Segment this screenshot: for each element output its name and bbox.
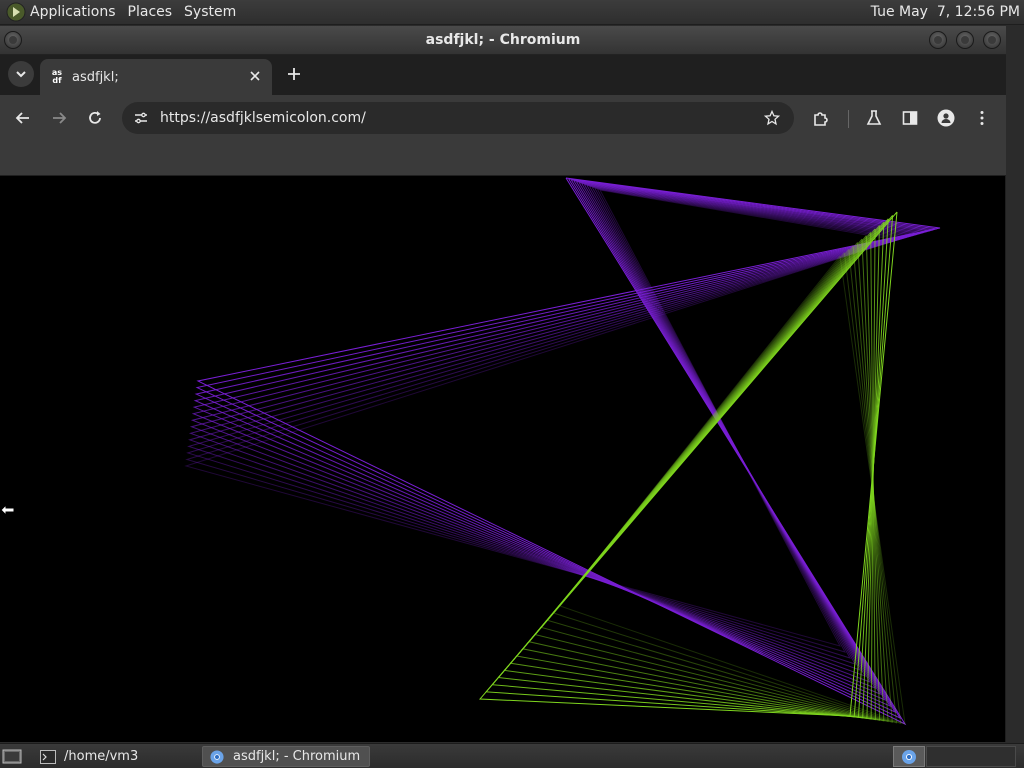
green-line: [509, 228, 876, 720]
toolbar-separator: [848, 110, 849, 128]
green-line: [522, 235, 881, 721]
purple-line: [188, 184, 914, 677]
gnome-foot-icon: [6, 2, 26, 22]
places-menu-label: Places: [127, 4, 173, 20]
tab-close-button[interactable]: [246, 68, 264, 86]
desktop-background: [1006, 26, 1024, 742]
reload-icon: [89, 111, 101, 124]
system-menu-label: System: [184, 4, 237, 20]
line-art-canvas: [184, 177, 941, 726]
address-bar[interactable]: https://asdfjklsemicolon.com/: [122, 102, 794, 134]
forward-button[interactable]: [47, 106, 71, 130]
applications-menu-label: Applications: [30, 4, 116, 20]
site-favicon-icon: as df: [51, 68, 63, 85]
close-window-button[interactable]: [983, 31, 1001, 49]
new-tab-button[interactable]: [283, 62, 305, 84]
bookmark-star-icon: [764, 110, 780, 126]
taskbar-item-label: asdfjkl; - Chromium: [233, 749, 361, 764]
purple-line: [191, 182, 924, 696]
panel-clock[interactable]: Tue May 7, 12:56 PM: [871, 0, 1020, 25]
url-text[interactable]: https://asdfjklsemicolon.com/: [160, 110, 366, 126]
back-icon: [15, 112, 29, 124]
maximize-button[interactable]: [956, 31, 974, 49]
reload-button[interactable]: [83, 106, 107, 130]
workspace-switcher[interactable]: [926, 746, 1016, 767]
window-titlebar[interactable]: asdfjkl; - Chromium: [0, 26, 1006, 55]
browser-toolbar: https://asdfjklsemicolon.com/: [0, 95, 1006, 141]
taskbar-item-terminal[interactable]: /home/vm3: [34, 746, 198, 767]
page-content[interactable]: [0, 176, 1005, 742]
chromium-icon: [210, 749, 224, 764]
top-panel: Applications Places System Tue May 7, 12…: [0, 0, 1024, 25]
site-info-button[interactable]: [124, 110, 158, 126]
side-panel-button[interactable]: [898, 106, 922, 130]
plus-icon: [288, 68, 300, 80]
show-desktop-icon[interactable]: [2, 747, 22, 765]
taskbar-item-label: /home/vm3: [64, 749, 139, 764]
menu-icon: [980, 111, 984, 125]
window-menu-icon[interactable]: [4, 31, 22, 49]
labs-icon: [866, 110, 882, 125]
minimize-button[interactable]: [929, 31, 947, 49]
green-line: [478, 211, 898, 717]
places-menu[interactable]: Places: [122, 0, 179, 25]
terminal-icon: [40, 749, 56, 764]
back-button[interactable]: [11, 106, 35, 130]
close-icon: [250, 71, 260, 81]
bookmarks-bar: [0, 141, 1006, 175]
labs-button[interactable]: [862, 106, 886, 130]
tab-label: asdfjkl;: [72, 69, 119, 85]
green-line: [515, 231, 876, 721]
browser-window: asdfjkl; - Chromium as df asdfjkl; https…: [0, 26, 1006, 742]
applications-menu[interactable]: Applications: [0, 0, 122, 25]
tab-asdfjkl[interactable]: as df asdfjkl;: [40, 59, 272, 95]
forward-icon: [53, 112, 67, 124]
chevron-down-icon: [16, 71, 26, 78]
taskbar-item-chromium[interactable]: asdfjkl; - Chromium: [202, 746, 370, 767]
site-info-icon: [135, 112, 147, 124]
workspace-switcher-active[interactable]: [893, 746, 925, 767]
side-panel-icon: [902, 111, 918, 125]
green-line: [534, 242, 889, 723]
profile-icon: [937, 109, 955, 127]
system-menu[interactable]: System: [178, 0, 242, 25]
tab-search-button[interactable]: [8, 61, 34, 87]
resize-cursor-icon: [0, 503, 15, 517]
extensions-button[interactable]: [809, 106, 833, 130]
chromium-icon: [902, 749, 916, 764]
bookmark-button[interactable]: [762, 108, 782, 128]
tab-strip: as df asdfjkl;: [0, 55, 1006, 95]
bottom-panel: /home/vm3 asdfjkl; - Chromium: [0, 743, 1024, 768]
window-title: asdfjkl; - Chromium: [425, 32, 581, 48]
profile-button[interactable]: [934, 106, 958, 130]
extensions-icon: [814, 112, 828, 126]
browser-menu-button[interactable]: [970, 106, 994, 130]
